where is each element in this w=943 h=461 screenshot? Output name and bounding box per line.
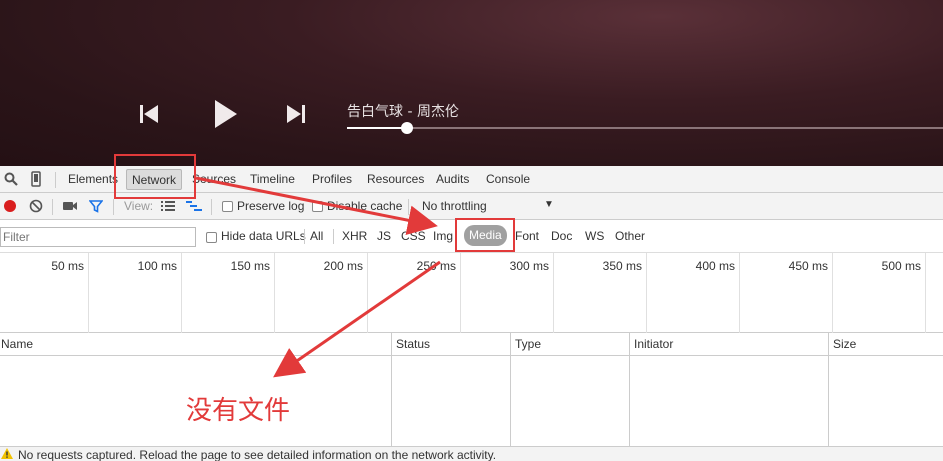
- waterfall-icon: [186, 201, 202, 211]
- timeline-gridline: [832, 253, 833, 333]
- toolbar-divider: [211, 199, 212, 215]
- tab-profiles[interactable]: Profiles: [312, 172, 352, 186]
- filter-funnel-icon: [89, 200, 103, 213]
- search-icon: [4, 172, 18, 186]
- filter-type-css[interactable]: CSS: [401, 229, 426, 243]
- timeline-gridline: [274, 253, 275, 333]
- column-initiator[interactable]: Initiator: [634, 337, 673, 351]
- timeline-gridline: [88, 253, 89, 333]
- column-type[interactable]: Type: [515, 337, 541, 351]
- timeline-gridline: [367, 253, 368, 333]
- next-track-button[interactable]: [284, 101, 308, 127]
- timeline-tick-label: 400 ms: [695, 259, 735, 273]
- tab-resources[interactable]: Resources: [367, 172, 424, 186]
- column-divider: [510, 333, 511, 446]
- timeline-gridline: [925, 253, 926, 333]
- toolbar-divider: [55, 172, 56, 188]
- filter-type-ws[interactable]: WS: [585, 229, 604, 243]
- video-camera-icon: [63, 202, 77, 210]
- devtools-panel: Elements Network Sources Timeline Profil…: [0, 166, 943, 461]
- filter-type-other[interactable]: Other: [615, 229, 645, 243]
- warning-icon: [1, 448, 13, 459]
- timeline-tick-label: 150 ms: [230, 259, 270, 273]
- hide-data-urls-label: Hide data URLs: [221, 229, 306, 243]
- filter-type-xhr[interactable]: XHR: [342, 229, 367, 243]
- column-status[interactable]: Status: [396, 337, 430, 351]
- column-size[interactable]: Size: [833, 337, 856, 351]
- filter-type-img[interactable]: Img: [433, 229, 453, 243]
- disable-cache-checkbox[interactable]: [312, 201, 323, 212]
- device-mode-button[interactable]: [28, 171, 44, 187]
- status-message: No requests captured. Reload the page to…: [18, 448, 497, 461]
- mobile-device-icon: [31, 171, 41, 187]
- record-icon: [4, 200, 16, 212]
- timeline-gridline: [646, 253, 647, 333]
- column-divider: [629, 333, 630, 446]
- timeline-tick-label: 350 ms: [602, 259, 642, 273]
- clear-icon: [29, 199, 43, 213]
- timeline-gridline: [553, 253, 554, 333]
- music-player: 告白气球 - 周杰伦: [0, 0, 943, 166]
- media-filter-highlight: [455, 218, 515, 252]
- timeline-tick-label: 50 ms: [51, 259, 84, 273]
- skip-back-icon: [140, 105, 158, 123]
- progress-handle[interactable]: [400, 122, 413, 134]
- record-button[interactable]: [2, 198, 18, 214]
- throttling-select[interactable]: No throttling: [422, 199, 487, 213]
- timeline-gridline: [460, 253, 461, 333]
- filter-type-doc[interactable]: Doc: [551, 229, 572, 243]
- annotation-label: 没有文件: [186, 396, 291, 426]
- previous-track-button[interactable]: [137, 101, 161, 127]
- tab-console[interactable]: Console: [486, 172, 530, 186]
- view-label: View:: [124, 199, 154, 213]
- timeline-tick-label: 200 ms: [323, 259, 363, 273]
- filter-type-all[interactable]: All: [310, 229, 323, 243]
- column-divider: [391, 333, 392, 446]
- capture-screenshots-button[interactable]: [62, 198, 78, 214]
- timeline-tick-label: 300 ms: [509, 259, 549, 273]
- network-overview-timeline[interactable]: 50 ms 100 ms 150 ms 200 ms 250 ms 300 ms 350 m…: [0, 253, 943, 333]
- timeline-tick-label: 250 ms: [416, 259, 456, 273]
- song-title: 告白气球 - 周杰伦: [347, 104, 459, 120]
- column-divider: [828, 333, 829, 446]
- status-bar: No requests captured. Reload the page to…: [0, 446, 943, 461]
- disable-cache-label: Disable cache: [327, 199, 403, 213]
- clear-button[interactable]: [28, 198, 44, 214]
- toolbar-divider: [408, 199, 409, 215]
- table-header: Name Status Type Initiator Size: [0, 333, 943, 356]
- large-rows-button[interactable]: [160, 198, 176, 214]
- tab-sources[interactable]: Sources: [192, 172, 236, 186]
- tab-elements[interactable]: Elements: [68, 172, 118, 186]
- progress-bar[interactable]: [347, 122, 943, 134]
- timeline-tick-label: 450 ms: [788, 259, 828, 273]
- toolbar-divider: [333, 229, 334, 244]
- requests-table: Name Status Type Initiator Size: [0, 333, 943, 446]
- filter-input[interactable]: [0, 227, 196, 247]
- timeline-gridline: [739, 253, 740, 333]
- overview-button[interactable]: [186, 198, 202, 214]
- dropdown-arrow-icon[interactable]: ▼: [544, 199, 554, 210]
- tab-audits[interactable]: Audits: [436, 172, 469, 186]
- preserve-log-label: Preserve log: [237, 199, 305, 213]
- toolbar-divider: [113, 199, 114, 215]
- filter-type-js[interactable]: JS: [377, 229, 391, 243]
- preserve-log-checkbox[interactable]: [222, 201, 233, 212]
- toolbar-divider: [52, 199, 53, 215]
- tab-timeline[interactable]: Timeline: [250, 172, 295, 186]
- network-tab-highlight: [114, 154, 196, 199]
- timeline-tick-label: 100 ms: [137, 259, 177, 273]
- inspect-element-button[interactable]: [3, 171, 19, 187]
- timeline-tick-label: 500 ms: [881, 259, 921, 273]
- play-icon: [215, 100, 237, 128]
- hide-data-urls-checkbox[interactable]: [206, 232, 217, 243]
- filter-toggle-button[interactable]: [88, 198, 104, 214]
- toolbar-divider: [304, 229, 305, 244]
- timeline-gridline: [181, 253, 182, 333]
- progress-fill: [347, 127, 407, 129]
- column-name[interactable]: Name: [1, 337, 33, 351]
- play-button[interactable]: [210, 96, 240, 132]
- filter-type-font[interactable]: Font: [515, 229, 539, 243]
- skip-forward-icon: [287, 105, 305, 123]
- list-view-icon: [161, 201, 175, 211]
